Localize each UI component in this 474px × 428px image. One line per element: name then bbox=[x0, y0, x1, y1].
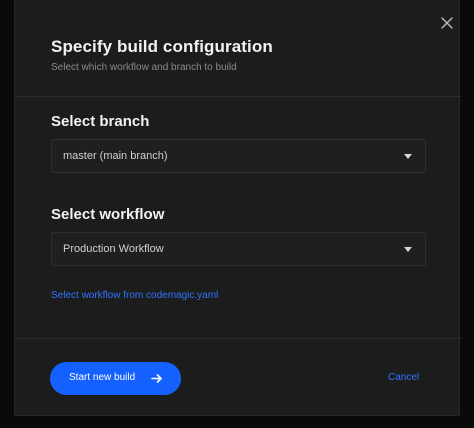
build-config-dialog: Specify build configuration Select which… bbox=[14, 0, 461, 416]
start-new-build-label: Start new build bbox=[69, 372, 136, 383]
cancel-button[interactable]: Cancel bbox=[388, 372, 419, 383]
arrow-right-icon bbox=[151, 374, 162, 383]
select-workflow-yaml-link[interactable]: Select workflow from codemagic.yaml bbox=[51, 290, 218, 301]
workflow-select-value: Production Workflow bbox=[63, 243, 164, 255]
close-icon[interactable] bbox=[439, 15, 455, 31]
branch-select-value: master (main branch) bbox=[63, 150, 168, 162]
start-new-build-button[interactable]: Start new build bbox=[50, 362, 181, 395]
workflow-select[interactable]: Production Workflow bbox=[51, 232, 426, 266]
footer-divider bbox=[15, 338, 461, 339]
branch-select[interactable]: master (main branch) bbox=[51, 139, 426, 173]
dialog-subtitle: Select which workflow and branch to buil… bbox=[51, 62, 237, 73]
branch-label: Select branch bbox=[51, 113, 150, 130]
dialog-title: Specify build configuration bbox=[51, 37, 273, 56]
caret-down-icon bbox=[404, 247, 412, 252]
workflow-label: Select workflow bbox=[51, 206, 165, 223]
header-divider bbox=[15, 96, 461, 97]
caret-down-icon bbox=[404, 154, 412, 159]
